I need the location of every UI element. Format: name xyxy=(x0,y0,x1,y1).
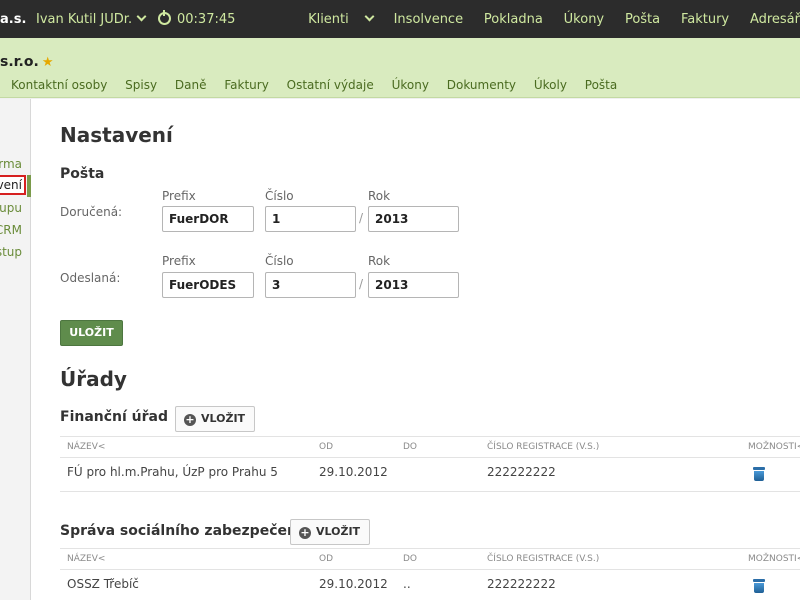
sidebar-item-pristup[interactable]: stup xyxy=(0,245,22,259)
timer-value: 00:37:45 xyxy=(177,12,236,27)
nav-insolvence[interactable]: Insolvence xyxy=(394,12,464,27)
sent-year-input[interactable] xyxy=(368,272,459,298)
col-to[interactable]: DO xyxy=(403,554,417,564)
chevron-down-icon xyxy=(364,11,375,22)
top-bar: a.s. Ivan Kutil JUDr. 00:37:45 Klienti I… xyxy=(0,0,800,38)
star-icon[interactable]: ★ xyxy=(42,55,54,70)
col-registration[interactable]: ČÍSLO REGISTRACE (V.S.) xyxy=(487,442,599,452)
sidebar-item-crm[interactable]: CRM xyxy=(0,223,22,237)
received-year-input[interactable] xyxy=(368,206,459,232)
sidebar-item-firma[interactable]: rma xyxy=(0,157,22,171)
tab-ukony[interactable]: Úkony xyxy=(392,78,429,92)
offices-title: Úřady xyxy=(60,367,127,391)
nav-adresar[interactable]: Adresář xyxy=(750,12,800,27)
user-menu[interactable]: Ivan Kutil JUDr. xyxy=(36,11,147,27)
nav-faktury[interactable]: Faktury xyxy=(681,12,729,27)
plus-circle-icon: + xyxy=(299,526,311,539)
received-number-input[interactable] xyxy=(265,206,356,232)
prefix-label: Prefix xyxy=(162,254,196,268)
sent-label: Odeslaná: xyxy=(60,271,121,285)
tab-faktury[interactable]: Faktury xyxy=(224,78,268,92)
client-tabs: Kontaktní osoby Spisy Daně Faktury Ostat… xyxy=(11,78,631,92)
cell-name: OSSZ Třebíč xyxy=(67,577,139,591)
client-header: s.r.o. ★ Kontaktní osoby Spisy Daně Faktu… xyxy=(0,38,800,98)
col-to[interactable]: DO xyxy=(403,442,417,452)
brand-name: a.s. xyxy=(0,12,27,27)
trash-icon[interactable] xyxy=(753,467,765,481)
col-name[interactable]: NÁZEV< xyxy=(67,442,105,452)
table-row: OSSZ Třebíč 29.10.2012 .. 222222222 xyxy=(60,570,800,600)
main-content: Nastavení Pošta Prefix Číslo Rok Doručen… xyxy=(31,99,800,600)
section-title-sprava-socialniho: Správa sociálního zabezpečení xyxy=(60,523,302,539)
table-header: NÁZEV< OD DO ČÍSLO REGISTRACE (V.S.) MOŽ… xyxy=(60,548,800,570)
number-label: Číslo xyxy=(265,254,294,268)
tab-dokumenty[interactable]: Dokumenty xyxy=(447,78,516,92)
add-button-label: VLOŽIT xyxy=(201,412,246,425)
col-options[interactable]: MOŽNOSTI< xyxy=(748,442,800,452)
tab-ukoly[interactable]: Úkoly xyxy=(534,78,567,92)
company-title: s.r.o. ★ xyxy=(0,54,53,70)
tab-ostatni-vydaje[interactable]: Ostatní výdaje xyxy=(287,78,374,92)
cell-to: .. xyxy=(403,577,411,591)
session-timer: 00:37:45 xyxy=(158,10,236,27)
chevron-down-icon xyxy=(136,11,147,22)
col-from[interactable]: OD xyxy=(319,554,333,564)
number-label: Číslo xyxy=(265,189,294,203)
sent-prefix-input[interactable] xyxy=(162,272,254,298)
cell-registration: 222222222 xyxy=(487,577,556,591)
received-prefix-input[interactable] xyxy=(162,206,254,232)
page-title: Nastavení xyxy=(60,123,173,147)
received-label: Doručená: xyxy=(60,205,123,219)
tab-kontaktni-osoby[interactable]: Kontaktní osoby xyxy=(11,78,107,92)
user-name: Ivan Kutil JUDr. xyxy=(36,12,133,27)
col-options[interactable]: MOŽNOSTI< xyxy=(748,554,800,564)
col-name[interactable]: NÁZEV< xyxy=(67,554,105,564)
sidebar-item-nastaveni[interactable]: vení xyxy=(0,175,26,195)
cell-name: FÚ pro hl.m.Prahu, ÚzP pro Prahu 5 xyxy=(67,465,278,479)
add-button-label: VLOŽIT xyxy=(316,525,361,538)
year-label: Rok xyxy=(368,189,391,203)
tab-posta[interactable]: Pošta xyxy=(585,78,617,92)
add-ssz-button[interactable]: + VLOŽIT xyxy=(290,519,371,545)
plus-circle-icon: + xyxy=(184,413,196,426)
company-name: s.r.o. xyxy=(0,54,39,70)
tab-dane[interactable]: Daně xyxy=(175,78,207,92)
main-nav: Klienti Insolvence Pokladna Úkony Pošta … xyxy=(274,11,800,27)
prefix-label: Prefix xyxy=(162,189,196,203)
cell-from: 29.10.2012 xyxy=(319,465,388,479)
separator-slash: / xyxy=(359,277,364,291)
table-row: FÚ pro hl.m.Prahu, ÚzP pro Prahu 5 29.10… xyxy=(60,458,800,492)
nav-pokladna[interactable]: Pokladna xyxy=(484,12,543,27)
sidebar: rma vení tupu CRM stup xyxy=(0,99,31,600)
trash-icon[interactable] xyxy=(753,579,765,593)
cell-registration: 222222222 xyxy=(487,465,556,479)
sent-number-input[interactable] xyxy=(265,272,356,298)
nav-posta[interactable]: Pošta xyxy=(625,12,660,27)
save-button[interactable]: ULOŽIT xyxy=(60,320,123,346)
posta-title: Pošta xyxy=(60,166,105,182)
tab-spisy[interactable]: Spisy xyxy=(125,78,157,92)
separator-slash: / xyxy=(359,211,364,225)
section-title-financni-urad: Finanční úřad xyxy=(60,409,169,425)
table-header: NÁZEV< OD DO ČÍSLO REGISTRACE (V.S.) MOŽ… xyxy=(60,436,800,458)
col-from[interactable]: OD xyxy=(319,442,333,452)
clock-icon xyxy=(158,10,171,25)
nav-klienti-label: Klienti xyxy=(308,12,349,27)
col-registration[interactable]: ČÍSLO REGISTRACE (V.S.) xyxy=(487,554,599,564)
sidebar-item-pristupu[interactable]: tupu xyxy=(0,201,22,215)
cell-from: 29.10.2012 xyxy=(319,577,388,591)
nav-ukony[interactable]: Úkony xyxy=(564,12,604,27)
add-financni-urad-button[interactable]: + VLOŽIT xyxy=(175,406,256,432)
nav-klienti[interactable]: Klienti xyxy=(291,11,375,27)
year-label: Rok xyxy=(368,254,391,268)
